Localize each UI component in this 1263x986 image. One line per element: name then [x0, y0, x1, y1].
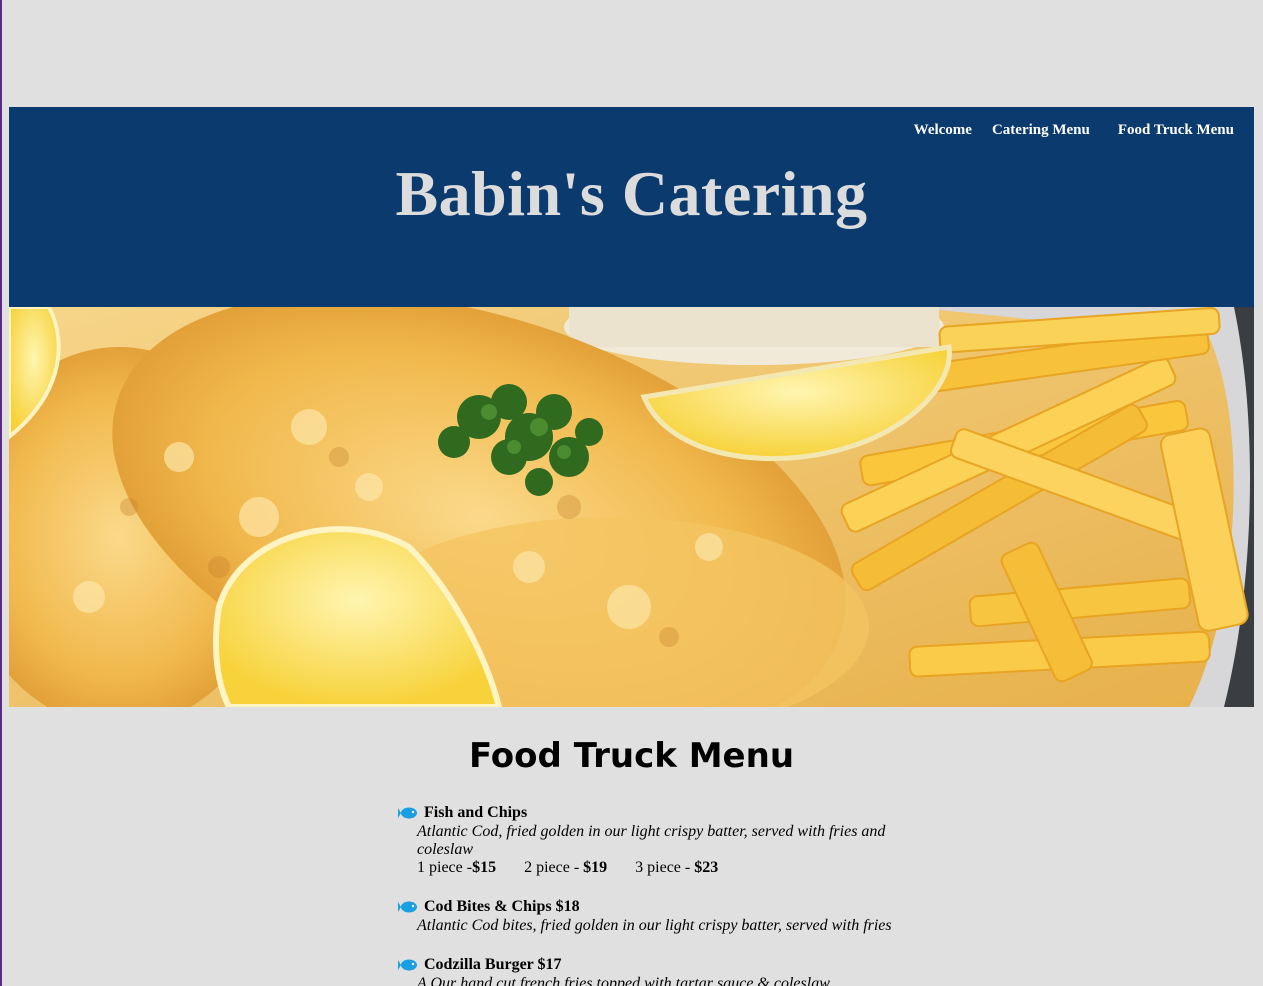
menu-item-description: Atlantic Cod bites, fried golden in our …: [417, 917, 892, 934]
menu-item-prices: 1 piece -$15 2 piece - $19 3 piece - $23: [398, 859, 908, 877]
menu-list: Fish and Chips Atlantic Cod, fried golde…: [398, 803, 908, 986]
price-2-piece: 2 piece - $19: [524, 859, 608, 876]
menu-item-description: A Our hand cut french fries topped with …: [417, 975, 830, 986]
menu-item: Codzilla Burger $17 A Our hand cut frenc…: [398, 955, 908, 986]
fish-icon: [398, 901, 417, 913]
nav-welcome[interactable]: Welcome: [914, 122, 972, 139]
main-nav: Welcome Catering Menu Food Truck Menu: [914, 122, 1234, 139]
nav-catering-menu[interactable]: Catering Menu: [992, 122, 1090, 139]
hero-fish-and-chips-image: [9, 307, 1254, 707]
menu-item: Fish and Chips Atlantic Cod, fried golde…: [398, 803, 908, 877]
nav-food-truck-menu[interactable]: Food Truck Menu: [1118, 122, 1234, 139]
price-1-piece: 1 piece -$15: [417, 859, 497, 876]
menu-item: Cod Bites & Chips $18 Atlantic Cod bites…: [398, 897, 908, 935]
site-title: Babin's Catering: [395, 158, 868, 229]
menu-item-name: Codzilla Burger $17: [424, 956, 562, 973]
menu-item-name: Cod Bites & Chips $18: [424, 898, 580, 915]
food-truck-menu-heading: Food Truck Menu: [468, 736, 795, 776]
fish-icon: [398, 807, 417, 819]
fish-icon: [398, 959, 417, 971]
menu-item-name: Fish and Chips: [424, 804, 528, 821]
site-header: Welcome Catering Menu Food Truck Menu Ba…: [9, 107, 1254, 307]
window-edge: [0, 0, 2, 986]
menu-item-description: Atlantic Cod, fried golden in our light …: [417, 823, 886, 858]
price-3-piece: 3 piece - $23: [635, 859, 719, 876]
